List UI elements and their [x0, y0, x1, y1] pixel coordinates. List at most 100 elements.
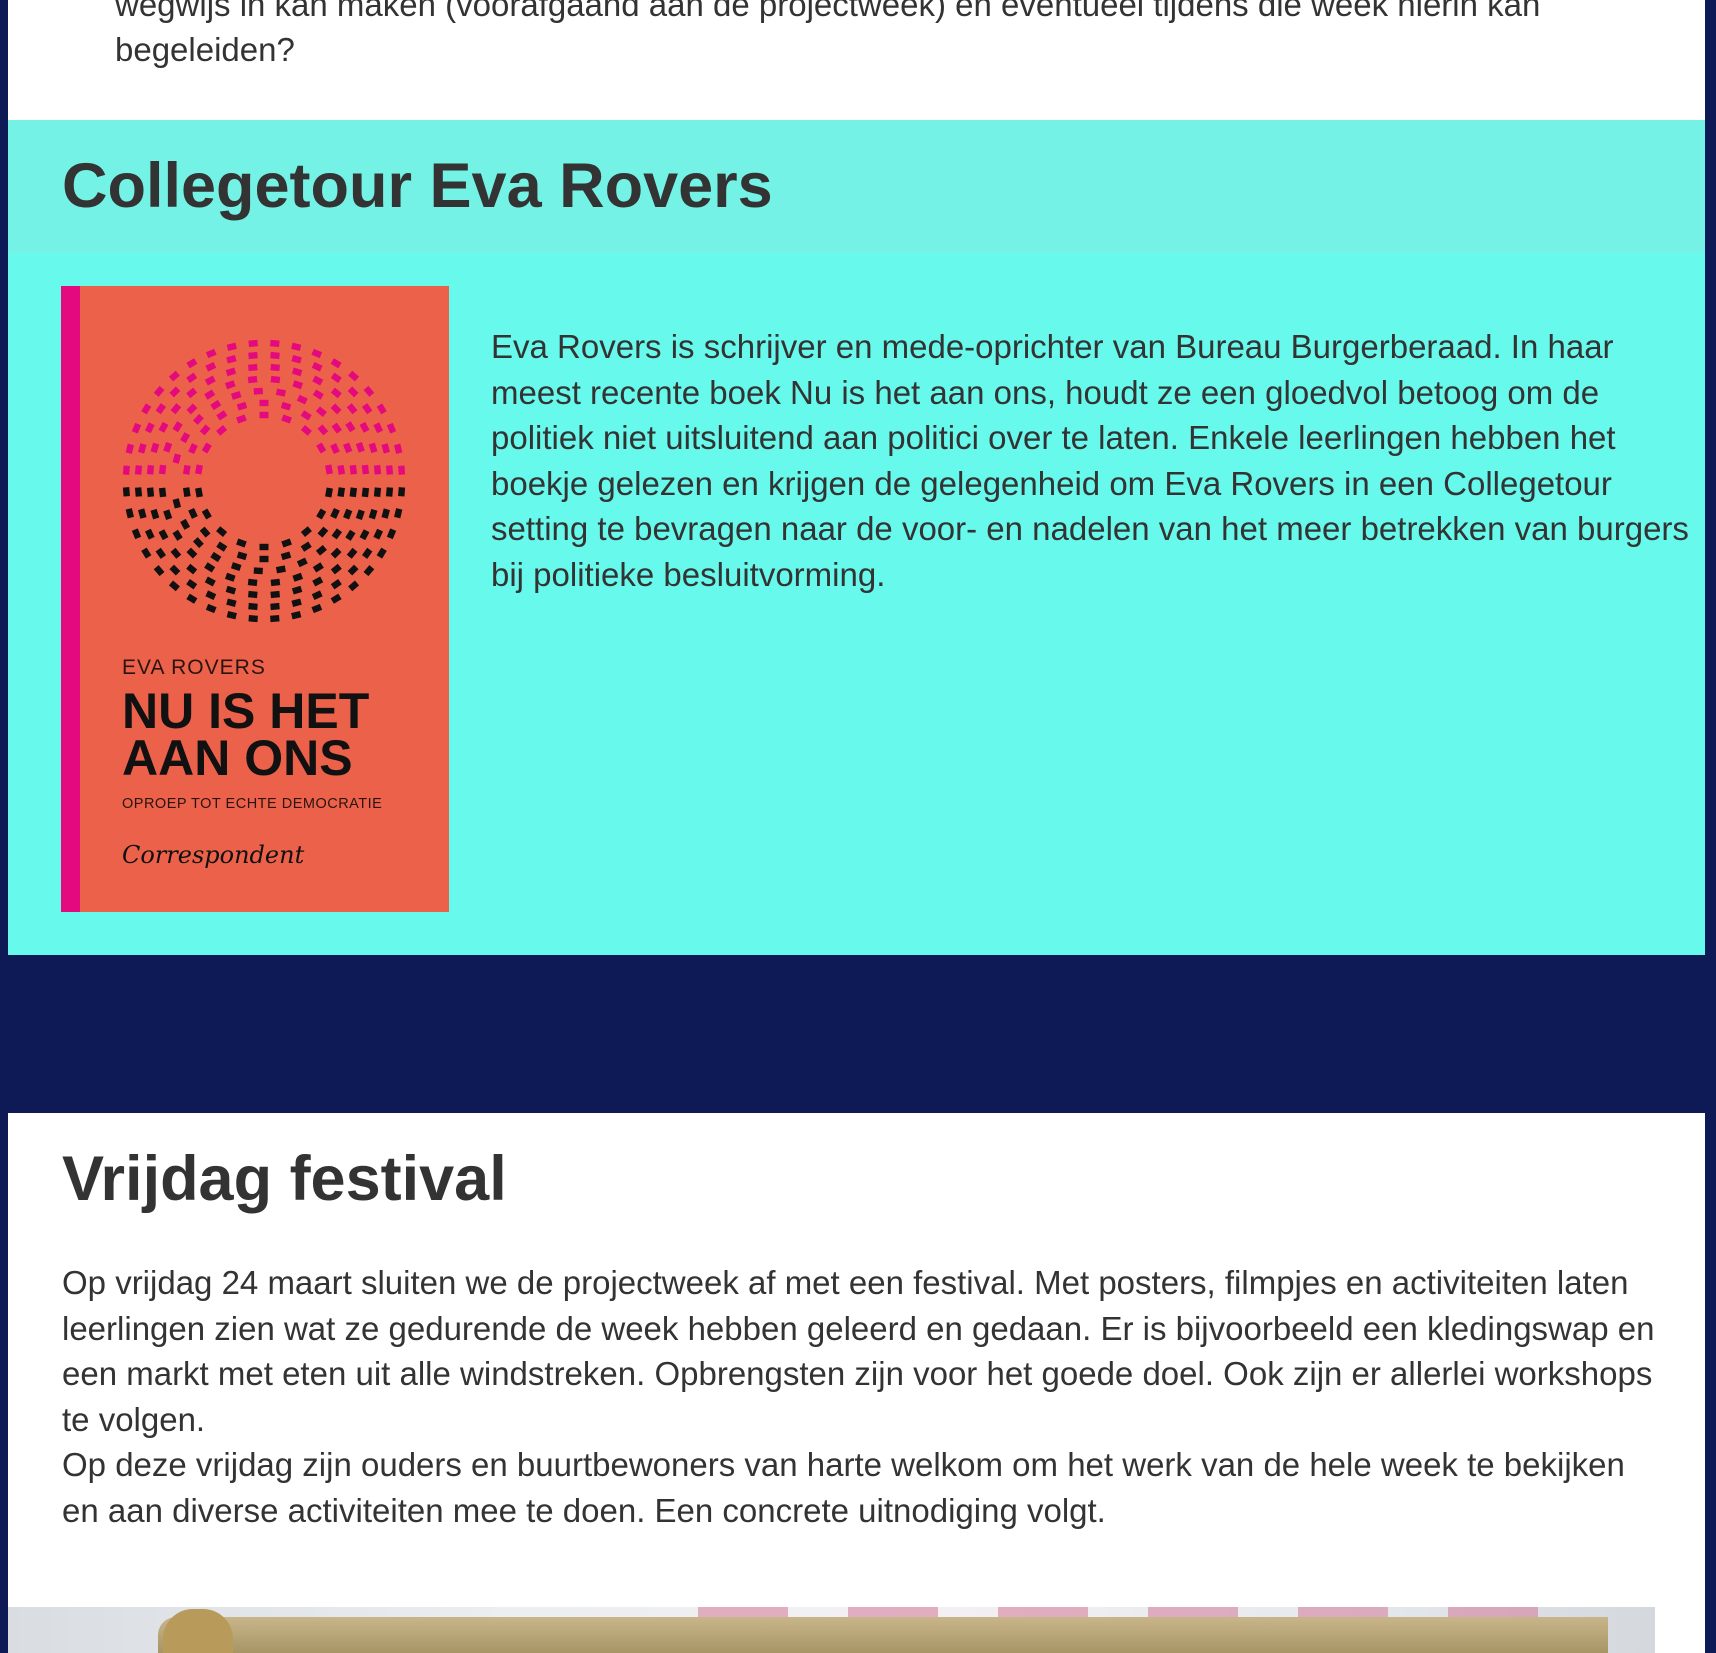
parliament-seat — [361, 547, 373, 559]
parliament-seat — [315, 544, 327, 556]
parliament-seat — [394, 508, 403, 519]
collegetour-title: Collegetour Eva Rovers — [62, 151, 773, 221]
parliament-seat — [224, 380, 236, 390]
parliament-seat — [186, 403, 198, 415]
parliament-seat — [236, 538, 247, 548]
parliament-seat — [291, 611, 302, 620]
parliament-seat — [316, 508, 327, 520]
parliament-seat — [355, 441, 365, 453]
parliament-seat — [247, 578, 258, 587]
parliament-seat — [359, 529, 370, 541]
parliament-seat — [216, 541, 228, 552]
parliament-seat — [259, 411, 269, 419]
parliament-seat — [259, 399, 269, 407]
parliament-seat — [355, 509, 365, 521]
festival-paragraph-1: Op vrijdag 24 maart sluiten we de projec… — [62, 1264, 1655, 1438]
parliament-seat — [204, 375, 216, 386]
parliament-seat — [205, 590, 217, 601]
collegetour-body: EVA ROVERS NU IS HET AAN ONS OPROEP TOT … — [8, 253, 1705, 955]
parliament-seat — [373, 422, 384, 434]
parliament-seat — [236, 401, 248, 411]
parliament-seat — [186, 547, 198, 559]
parliament-seat — [186, 358, 198, 369]
parliament-seat — [253, 387, 263, 395]
parliament-seat — [141, 403, 152, 415]
parliament-seat — [337, 487, 346, 498]
parliament-seat — [275, 565, 286, 574]
collegetour-description: Eva Rovers is schrijver en mede-oprichte… — [491, 328, 1689, 593]
parliament-seat — [386, 528, 397, 540]
parliament-seat — [150, 442, 160, 454]
parliament-seat — [195, 487, 203, 498]
parliament-seat — [345, 529, 356, 541]
parliament-seat — [186, 593, 198, 604]
parliament-seat — [330, 372, 342, 384]
parliament-seat — [270, 351, 280, 360]
parliament-seat — [373, 487, 382, 497]
parliament-seat — [253, 567, 263, 575]
parliament-seat — [296, 557, 308, 568]
festival-photo — [8, 1607, 1680, 1653]
parliament-seat — [155, 403, 167, 415]
parliament-seat — [363, 385, 375, 397]
parliament-seat — [186, 372, 198, 384]
parliament-seat — [188, 443, 198, 455]
parliament-seat — [376, 547, 387, 559]
book-spine — [61, 286, 80, 912]
photo-rail — [158, 1617, 1608, 1653]
parliament-seat — [312, 576, 324, 587]
festival-paragraph-2: Op deze vrijdag zijn ouders en buurtbewo… — [62, 1446, 1625, 1529]
parliament-seat — [144, 422, 155, 434]
intro-section: wegwijs in kan maken (voorafgaand aan de… — [8, 0, 1705, 120]
collegetour-header: Collegetour Eva Rovers — [8, 120, 1705, 253]
parliament-seat — [346, 403, 358, 415]
parliament-seat — [125, 443, 134, 454]
parliament-seat — [155, 547, 167, 559]
parliament-seat — [330, 507, 340, 519]
parliament-seat — [158, 464, 167, 475]
parliament-seat — [291, 355, 302, 364]
parliament-seat — [373, 528, 384, 540]
parliament-seat — [180, 518, 191, 530]
parliament-seat — [317, 424, 329, 436]
parliament-seat — [205, 361, 217, 372]
photo-right-edge — [1655, 1607, 1680, 1653]
parliament-seat — [248, 339, 258, 347]
parliament-seat — [138, 508, 147, 519]
parliament-seat — [182, 464, 191, 475]
parliament-seat — [236, 551, 248, 561]
parliament-seat — [385, 487, 394, 497]
parliament-seat — [291, 342, 302, 351]
parliament-seat — [330, 443, 340, 455]
parliament-seat — [169, 386, 181, 398]
parliament-seat — [330, 547, 342, 559]
parliament-seat — [343, 442, 353, 454]
parliament-seat — [230, 390, 242, 400]
parliament-seat — [331, 422, 343, 434]
parliament-seat — [312, 375, 324, 386]
parliament-seat — [281, 414, 292, 424]
parliament-seat — [381, 443, 390, 454]
parliament-seat — [131, 422, 142, 434]
parliament-seat — [386, 422, 397, 434]
parliament-seat — [312, 389, 324, 400]
parliament-seat — [201, 442, 212, 454]
parliament-seat — [188, 507, 198, 519]
parliament-seat — [270, 615, 280, 623]
parliament-seat — [280, 551, 292, 561]
parliament-seat — [291, 598, 302, 607]
parliament-seat — [381, 508, 390, 519]
parliament-seat — [347, 386, 359, 398]
parliament-seat — [225, 585, 237, 595]
parliament-seats-graphic — [122, 339, 406, 623]
parliament-seat — [292, 572, 304, 582]
parliament-seat — [330, 593, 342, 604]
parliament-seat — [300, 425, 312, 436]
publisher-logo: Correspondent — [122, 841, 305, 869]
parliament-seat — [291, 367, 303, 377]
parliament-seat — [122, 487, 130, 497]
book-cover-image: EVA ROVERS NU IS HET AAN ONS OPROEP TOT … — [61, 286, 449, 912]
parliament-seat — [330, 387, 342, 399]
parliament-seat — [330, 578, 342, 590]
parliament-seat — [192, 537, 204, 549]
